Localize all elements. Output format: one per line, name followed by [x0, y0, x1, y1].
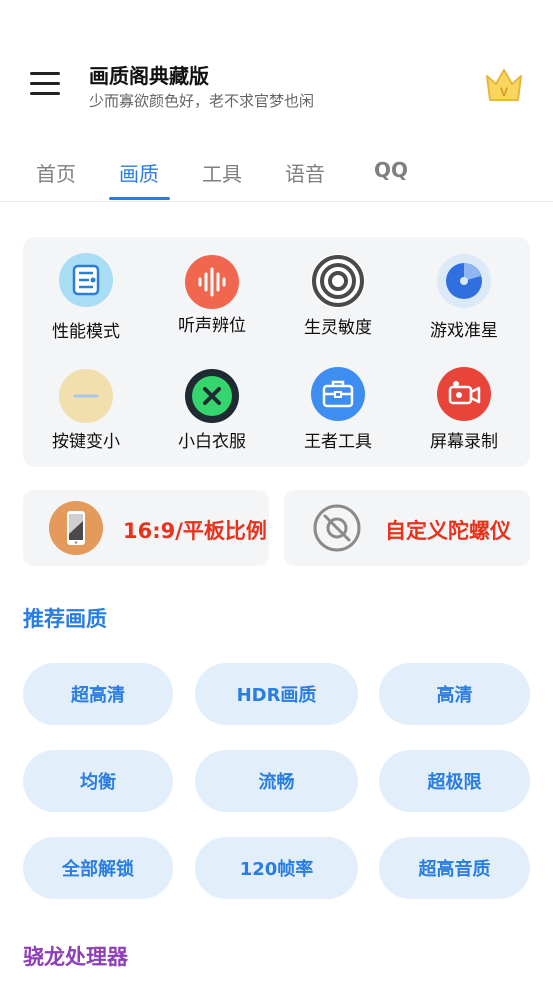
active-tab-indicator: [109, 197, 170, 200]
tool-sensitivity[interactable]: 生灵敏度: [275, 237, 401, 338]
target-rings-icon: [311, 254, 365, 308]
aspect-ratio-label: 16:9/平板比例: [123, 519, 267, 543]
tab-quality[interactable]: 画质: [119, 158, 159, 187]
gyroscope-card[interactable]: 自定义陀螺仪: [284, 490, 530, 566]
gyroscope-label: 自定义陀螺仪: [385, 519, 511, 543]
quality-option[interactable]: 超高清: [23, 663, 173, 725]
tab-voice[interactable]: 语音: [285, 158, 325, 187]
tool-label: 生灵敏度: [304, 318, 372, 338]
tool-label: 屏幕录制: [430, 432, 498, 452]
sound-wave-icon: [185, 255, 239, 309]
quality-option[interactable]: 全部解锁: [23, 837, 173, 899]
tool-king-tools[interactable]: 王者工具: [275, 352, 401, 452]
processor-title: 骁龙处理器: [23, 945, 128, 969]
minus-circle-icon: [59, 369, 113, 423]
tab-qq[interactable]: QQ: [374, 158, 408, 182]
tool-shrink-keys[interactable]: 按键变小: [23, 352, 149, 452]
crosshair-pie-icon: [437, 254, 491, 308]
app-title: 画质阁典藏版: [89, 64, 209, 88]
quality-option[interactable]: 120帧率: [195, 837, 358, 899]
main-tabs: 首页 画质 工具 语音 QQ: [0, 140, 553, 202]
tool-white-clothes[interactable]: 小白衣服: [149, 352, 275, 452]
toolbox-icon: [311, 367, 365, 421]
svg-text:V: V: [500, 85, 508, 99]
crown-v-icon[interactable]: V: [484, 66, 524, 104]
tool-grid: 性能模式 听声辨位 生灵敏度 游戏准星 按键变小 小白衣服 王者工具 屏幕录制: [23, 237, 530, 467]
tab-home[interactable]: 首页: [36, 158, 76, 187]
app-subtitle: 少而寡欲颜色好，老不求官梦也闲: [89, 92, 315, 110]
quality-option[interactable]: 均衡: [23, 750, 173, 812]
tool-screen-record[interactable]: 屏幕录制: [401, 352, 527, 452]
tool-label: 听声辨位: [178, 316, 246, 336]
recommend-title: 推荐画质: [23, 607, 107, 631]
quality-option[interactable]: 超极限: [379, 750, 530, 812]
tool-performance-mode[interactable]: 性能模式: [23, 237, 149, 342]
gyroscope-icon: [312, 503, 362, 553]
video-camera-icon: [437, 367, 491, 421]
tool-label: 性能模式: [52, 322, 120, 342]
quality-option[interactable]: 高清: [379, 663, 530, 725]
quality-option[interactable]: HDR画质: [195, 663, 358, 725]
tool-label: 王者工具: [304, 432, 372, 452]
close-circle-icon: [185, 369, 239, 423]
quality-option[interactable]: 超高音质: [379, 837, 530, 899]
tool-sound-locate[interactable]: 听声辨位: [149, 237, 275, 337]
app-header: 画质阁典藏版 少而寡欲颜色好，老不求官梦也闲 V: [0, 0, 553, 140]
tablet-phone-icon: [49, 501, 103, 555]
hamburger-menu-icon[interactable]: [30, 72, 60, 98]
tool-label: 按键变小: [52, 432, 120, 452]
aspect-ratio-card[interactable]: 16:9/平板比例: [23, 490, 269, 566]
circuit-board-icon: [59, 253, 113, 307]
tool-crosshair[interactable]: 游戏准星: [401, 237, 527, 341]
tool-label: 小白衣服: [178, 432, 246, 452]
tool-label: 游戏准星: [430, 321, 498, 341]
tab-tools[interactable]: 工具: [202, 158, 242, 187]
quality-option[interactable]: 流畅: [195, 750, 358, 812]
